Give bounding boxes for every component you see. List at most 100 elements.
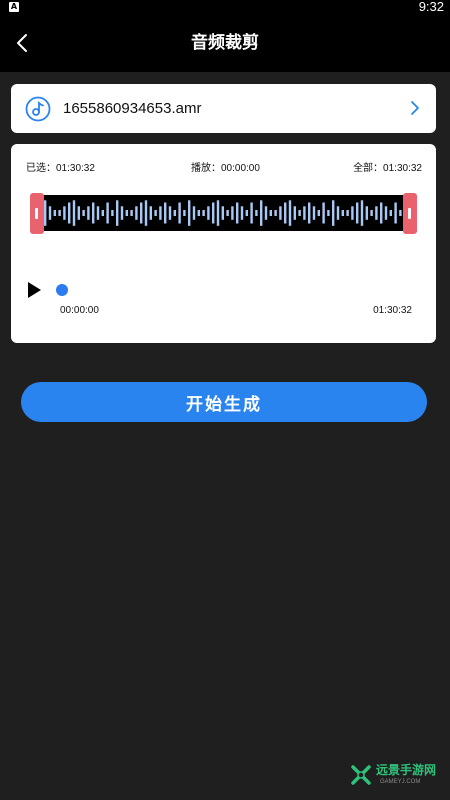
- waveform-bar: [154, 210, 157, 216]
- selected-duration: 已选：01:30:32: [26, 163, 95, 174]
- waveform-bar: [135, 206, 138, 220]
- file-select-card[interactable]: 1655860934653.amr: [11, 84, 436, 133]
- waveform-bar: [202, 210, 205, 216]
- waveform-bar: [236, 202, 239, 224]
- app-bar: 音频裁剪: [0, 14, 450, 72]
- waveform-bar: [159, 206, 162, 220]
- audio-editor-card: 已选：01:30:32 播放：00:00:00 全部：01:30:32 00:0…: [11, 144, 436, 343]
- waveform-bar: [77, 206, 80, 220]
- waveform-bar: [231, 206, 234, 220]
- waveform-bar: [178, 202, 181, 224]
- playback-slider-knob[interactable]: [56, 284, 68, 296]
- waveform-bar: [245, 210, 248, 216]
- waveform-bar: [384, 206, 388, 220]
- waveform-bar: [197, 210, 200, 216]
- waveform-bar: [303, 206, 306, 220]
- waveform-bar: [260, 200, 263, 226]
- notification-badge: A: [9, 2, 19, 12]
- waveform-bar: [63, 206, 66, 220]
- waveform-bar: [255, 210, 258, 216]
- watermark-brand: 远景手游网: [376, 763, 437, 777]
- end-time: 01:30:32: [373, 305, 412, 316]
- waveform-bar: [111, 210, 114, 216]
- waveform-bar: [356, 202, 359, 224]
- waveform-bar: [332, 200, 335, 226]
- waveform-bar: [370, 210, 373, 216]
- waveform-bar: [279, 206, 282, 220]
- waveform-bar: [96, 206, 100, 220]
- waveform-bar: [341, 210, 344, 216]
- waveform-bar: [322, 202, 325, 224]
- waveform-bar: [44, 200, 47, 226]
- waveform-bar: [269, 210, 272, 216]
- waveform-bar: [92, 202, 95, 224]
- waveform-bar: [346, 210, 349, 216]
- brand-logo-icon: [351, 765, 371, 785]
- waveform-bar: [312, 206, 316, 220]
- waveform-bar: [351, 206, 354, 220]
- waveform-bar: [101, 210, 104, 216]
- chevron-right-icon: [411, 101, 419, 115]
- waveform-bar: [221, 206, 224, 220]
- waveform-bar: [288, 200, 292, 226]
- waveform-bar: [216, 200, 220, 226]
- watermark: 远景手游网 GAMEYJ.COM: [350, 762, 442, 790]
- status-time: 9:32: [418, 0, 444, 14]
- total-duration: 全部：01:30:32: [353, 163, 422, 174]
- waveform-bar: [298, 210, 301, 216]
- waveform-bar: [226, 210, 229, 216]
- waveform-bar: [264, 206, 268, 220]
- play-icon[interactable]: [25, 281, 43, 299]
- waveform-bar: [130, 210, 133, 216]
- waveform-bar: [68, 202, 71, 224]
- trim-end-handle[interactable]: [403, 193, 417, 234]
- waveform-bar: [375, 206, 378, 220]
- waveform-bar: [125, 210, 128, 216]
- waveform-bar: [188, 200, 191, 226]
- current-time: 00:00:00: [60, 305, 99, 316]
- waveform: [44, 200, 402, 226]
- waveform-bar: [212, 202, 215, 224]
- watermark-site: GAMEYJ.COM: [380, 779, 421, 785]
- waveform-bar: [106, 202, 109, 224]
- waveform-bar: [240, 206, 244, 220]
- waveform-bar: [120, 206, 124, 220]
- waveform-bar: [389, 210, 392, 216]
- waveform-bar: [164, 202, 167, 224]
- waveform-bar: [207, 206, 210, 220]
- waveform-bar: [82, 210, 85, 216]
- waveform-bar: [72, 200, 76, 226]
- file-name: 1655860934653.amr: [63, 100, 202, 117]
- waveform-bar: [365, 206, 368, 220]
- trim-start-handle[interactable]: [30, 193, 44, 234]
- waveform-bar: [327, 210, 330, 216]
- play-position: 播放：00:00:00: [191, 163, 260, 174]
- waveform-bar: [183, 210, 186, 216]
- waveform-bar: [149, 206, 152, 220]
- waveform-bar: [380, 202, 383, 224]
- waveform-track[interactable]: [32, 195, 416, 231]
- waveform-bar: [58, 210, 61, 216]
- waveform-bar: [87, 206, 90, 220]
- start-generate-button[interactable]: 开始生成: [21, 382, 427, 422]
- waveform-bar: [48, 206, 52, 220]
- waveform-bar: [274, 210, 277, 216]
- waveform-bar: [360, 200, 364, 226]
- waveform-bar: [336, 206, 340, 220]
- music-note-icon: [25, 96, 51, 122]
- waveform-bar: [308, 202, 311, 224]
- waveform-bar: [293, 206, 296, 220]
- waveform-bar: [144, 200, 148, 226]
- waveform-bar: [192, 206, 196, 220]
- waveform-bar: [284, 202, 287, 224]
- waveform-bar: [394, 202, 397, 224]
- waveform-bar: [140, 202, 143, 224]
- waveform-bar: [168, 206, 172, 220]
- waveform-bar: [116, 200, 119, 226]
- status-bar: A 9:32: [0, 0, 450, 14]
- waveform-bar: [399, 210, 402, 216]
- waveform-bar: [53, 210, 56, 216]
- page-title: 音频裁剪: [191, 33, 259, 53]
- waveform-bar: [317, 210, 320, 216]
- waveform-bar: [173, 210, 176, 216]
